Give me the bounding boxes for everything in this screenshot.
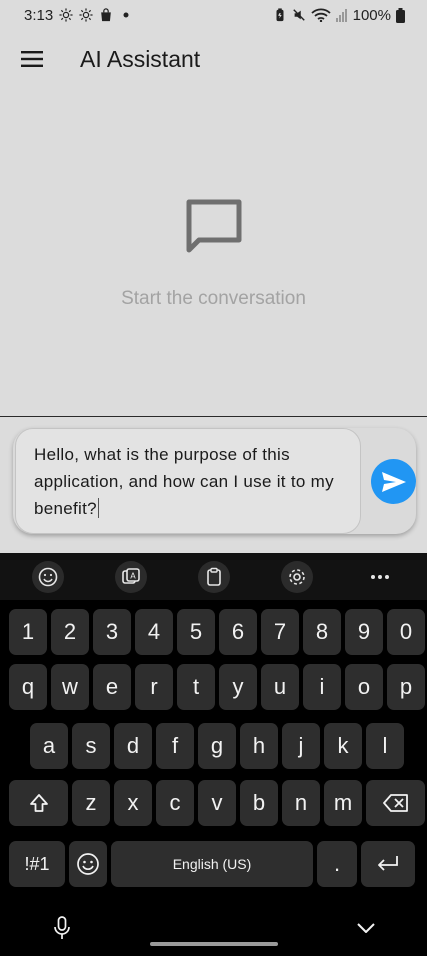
brightness-icon — [59, 8, 73, 22]
battery-percent: 100% — [352, 6, 391, 24]
image-translate-icon: A — [121, 567, 140, 584]
brightness-icon — [79, 8, 93, 22]
key-m[interactable]: m — [324, 780, 362, 826]
key-f[interactable]: f — [156, 723, 194, 769]
clipboard-tool-button[interactable] — [196, 559, 232, 595]
key-2[interactable]: 2 — [51, 609, 89, 655]
emoji-icon — [38, 567, 57, 586]
key-j[interactable]: j — [282, 723, 320, 769]
home-indicator[interactable] — [150, 942, 278, 946]
key-5[interactable]: 5 — [177, 609, 215, 655]
enter-key[interactable] — [361, 841, 415, 887]
chat-bubble-icon — [186, 199, 241, 253]
key-u[interactable]: u — [261, 664, 299, 710]
signal-icon — [335, 9, 347, 22]
key-g[interactable]: g — [198, 723, 236, 769]
menu-button[interactable] — [0, 30, 64, 88]
key-c[interactable]: c — [156, 780, 194, 826]
key-z[interactable]: z — [72, 780, 110, 826]
dot-icon — [123, 12, 129, 18]
empty-state: Start the conversation — [0, 196, 427, 310]
send-button[interactable] — [371, 459, 416, 504]
key-p[interactable]: p — [387, 664, 425, 710]
wifi-icon — [311, 8, 331, 22]
key-0[interactable]: 0 — [387, 609, 425, 655]
keyboard: A 1 2 3 4 5 6 7 8 9 0 q w e r t y u i o … — [0, 553, 427, 956]
battery-icon — [396, 7, 405, 23]
space-key[interactable]: English (US) — [111, 841, 313, 887]
key-s[interactable]: s — [72, 723, 110, 769]
key-e[interactable]: e — [93, 664, 131, 710]
digit-row: 1 2 3 4 5 6 7 8 9 0 — [0, 609, 427, 655]
key-t[interactable]: t — [177, 664, 215, 710]
image-translate-tool-button[interactable]: A — [113, 559, 149, 595]
key-o[interactable]: o — [345, 664, 383, 710]
letter-row-q: q w e r t y u i o p — [0, 664, 427, 710]
voice-input-button[interactable] — [48, 914, 76, 942]
key-b[interactable]: b — [240, 780, 278, 826]
key-x[interactable]: x — [114, 780, 152, 826]
key-r[interactable]: r — [135, 664, 173, 710]
divider — [0, 416, 427, 417]
symbols-key[interactable]: !#1 — [9, 841, 65, 887]
message-text: Hello, what is the purpose of this appli… — [34, 445, 334, 518]
status-time: 3:13 — [24, 6, 54, 24]
bottom-key-row: !#1 English (US) . — [0, 841, 427, 887]
key-n[interactable]: n — [282, 780, 320, 826]
hamburger-menu-icon — [21, 51, 43, 67]
key-q[interactable]: q — [9, 664, 47, 710]
app-bar: AI Assistant — [0, 30, 427, 88]
key-y[interactable]: y — [219, 664, 257, 710]
send-icon — [381, 471, 406, 492]
backspace-icon — [382, 794, 408, 812]
key-v[interactable]: v — [198, 780, 236, 826]
key-k[interactable]: k — [324, 723, 362, 769]
more-icon — [370, 574, 389, 579]
status-right: 100% — [273, 7, 405, 24]
more-tool-button[interactable] — [362, 559, 398, 595]
mute-icon — [292, 9, 305, 21]
shift-key[interactable] — [9, 780, 68, 826]
text-caret — [97, 498, 99, 518]
key-1[interactable]: 1 — [9, 609, 47, 655]
key-i[interactable]: i — [303, 664, 341, 710]
key-8[interactable]: 8 — [303, 609, 341, 655]
key-l[interactable]: l — [366, 723, 404, 769]
hide-keyboard-button[interactable] — [352, 916, 380, 940]
status-bar: 3:13 100% — [0, 0, 427, 30]
settings-icon — [288, 568, 305, 585]
message-composer: Hello, what is the purpose of this appli… — [13, 428, 416, 534]
key-3[interactable]: 3 — [93, 609, 131, 655]
key-a[interactable]: a — [30, 723, 68, 769]
status-left: 3:13 — [24, 7, 129, 24]
backspace-key[interactable] — [366, 780, 425, 826]
key-h[interactable]: h — [240, 723, 278, 769]
key-6[interactable]: 6 — [219, 609, 257, 655]
letter-row-a: a s d f g h j k l — [0, 723, 427, 769]
period-key[interactable]: . — [317, 841, 357, 887]
keyboard-toolbar: A — [0, 553, 427, 600]
emoji-icon — [77, 853, 99, 875]
key-w[interactable]: w — [51, 664, 89, 710]
emoji-key[interactable] — [69, 841, 107, 887]
message-input[interactable]: Hello, what is the purpose of this appli… — [15, 428, 361, 534]
empty-state-text: Start the conversation — [121, 288, 306, 309]
app-title: AI Assistant — [80, 45, 201, 72]
key-d[interactable]: d — [114, 723, 152, 769]
shopping-bag-icon — [101, 8, 112, 22]
clipboard-icon — [206, 567, 221, 586]
svg-text:A: A — [130, 571, 136, 580]
letter-row-z: z x c v b n m — [0, 780, 427, 826]
chevron-down-icon — [357, 923, 375, 933]
key-4[interactable]: 4 — [135, 609, 173, 655]
enter-icon — [378, 856, 398, 871]
settings-tool-button[interactable] — [279, 559, 315, 595]
emoji-tool-button[interactable] — [30, 559, 66, 595]
shift-icon — [29, 794, 48, 812]
battery-saver-icon — [276, 8, 284, 22]
keyboard-nav-row — [0, 908, 427, 956]
key-7[interactable]: 7 — [261, 609, 299, 655]
microphone-icon — [54, 916, 70, 939]
key-9[interactable]: 9 — [345, 609, 383, 655]
